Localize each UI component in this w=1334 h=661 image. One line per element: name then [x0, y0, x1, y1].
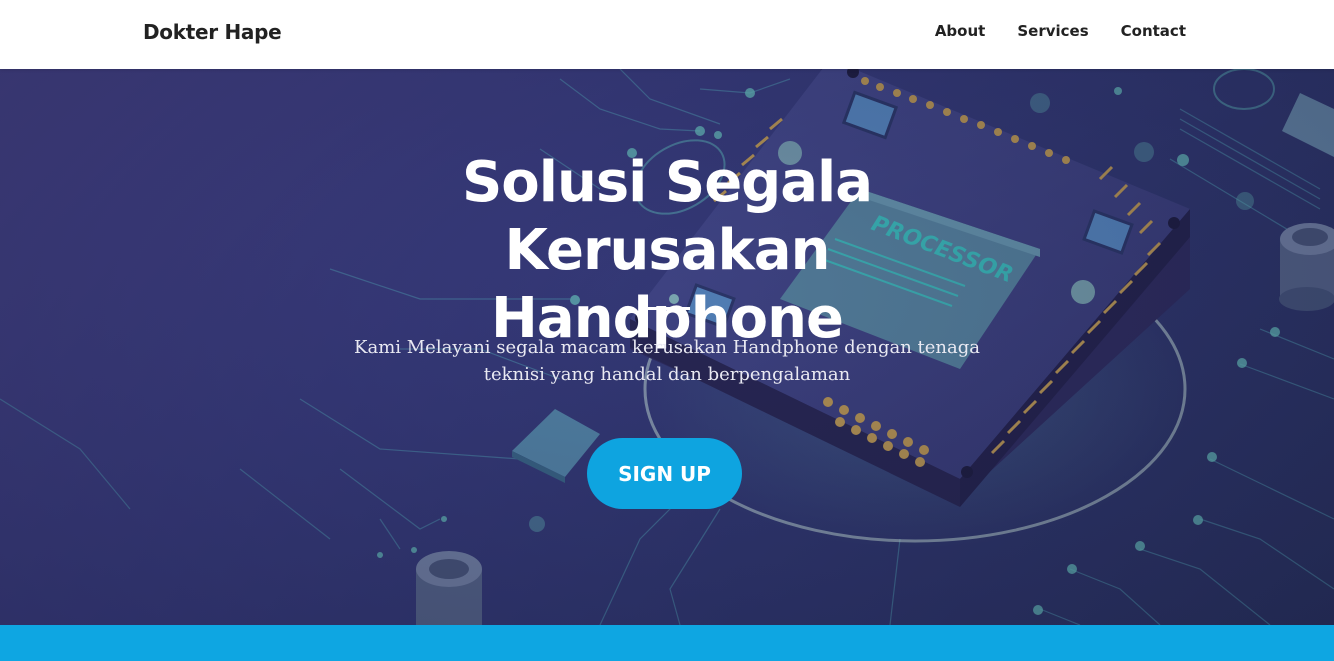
navbar: Dokter Hape About Services Contact [0, 0, 1334, 69]
nav-link-contact[interactable]: Contact [1121, 22, 1186, 40]
hero-section: PROCESSOR Solusi Segala Kerusakan Handph… [0, 69, 1334, 625]
next-section-bar [0, 625, 1334, 661]
nav-links: About Services Contact [935, 22, 1186, 40]
brand-logo[interactable]: Dokter Hape [143, 20, 282, 44]
nav-link-about[interactable]: About [935, 22, 986, 40]
hero-title: Solusi Segala Kerusakan Handphone [461, 150, 873, 351]
nav-link-services[interactable]: Services [1017, 22, 1088, 40]
sign-up-button[interactable]: SIGN UP [587, 438, 742, 509]
hero-subtitle: Kami Melayani segala macam kerusakan Han… [354, 337, 980, 385]
title-divider [640, 307, 690, 310]
